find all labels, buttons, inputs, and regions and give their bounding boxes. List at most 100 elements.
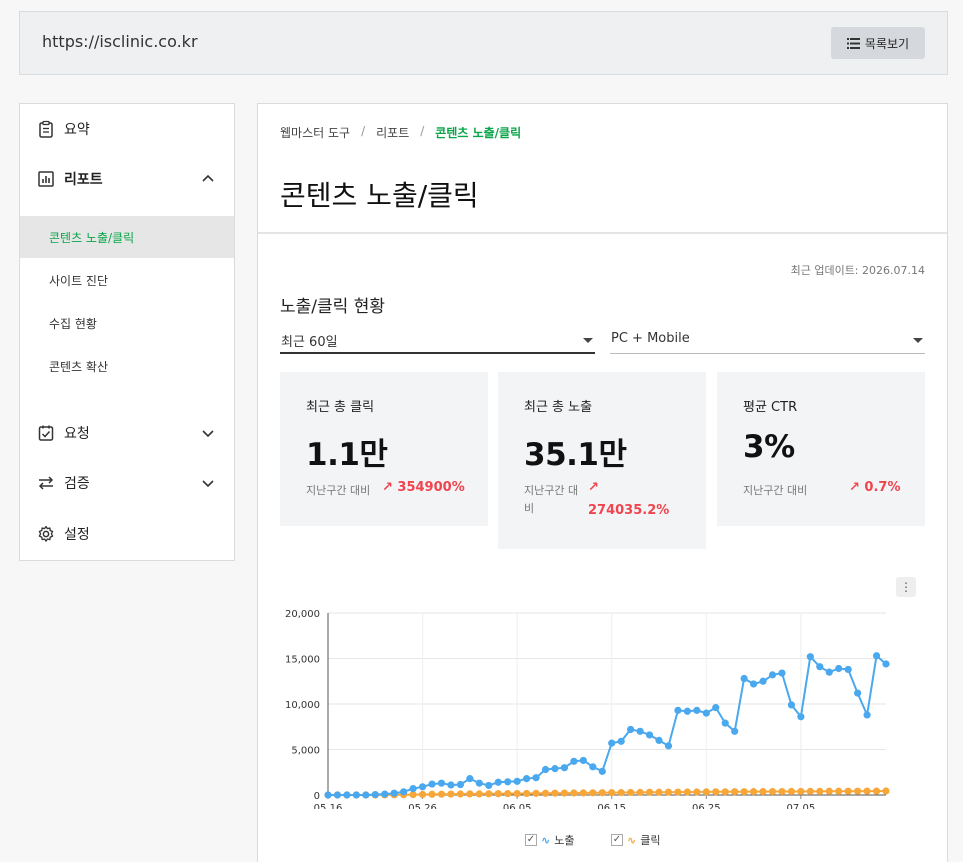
page-title: 콘텐츠 노출/클릭 — [280, 179, 479, 212]
breadcrumb-item[interactable]: 웹마스터 도구 — [280, 124, 350, 141]
stat-card-ctr: 평균 CTR 3% 지난구간 대비 ↗ 0.7% — [717, 372, 925, 526]
data-point-impressions — [683, 707, 691, 715]
stat-label: 최근 총 클릭 — [306, 400, 375, 415]
sidebar-item-report[interactable]: 리포트 — [20, 161, 234, 197]
data-point-impressions — [570, 757, 578, 765]
data-point-impressions — [740, 674, 748, 683]
data-point-clicks — [437, 790, 446, 798]
data-point-impressions — [778, 669, 786, 677]
x-tick-label: 05.16 — [314, 803, 343, 809]
data-point-impressions — [863, 711, 871, 719]
sidebar-item-label: 설정 — [64, 527, 90, 543]
data-point-clicks — [872, 787, 881, 795]
data-point-impressions — [768, 671, 777, 679]
sidebar-subitem-content-exposure[interactable]: 콘텐츠 노출/클릭 — [20, 216, 234, 258]
sidebar-item-request[interactable]: 요청 — [20, 415, 234, 451]
list-view-label: 목록보기 — [864, 36, 910, 51]
sidebar-item-label: 리포트 — [64, 172, 103, 188]
chevron-down-icon — [202, 480, 214, 488]
data-point-clicks — [598, 789, 606, 797]
data-point-impressions — [466, 775, 474, 783]
data-point-clicks — [617, 788, 625, 797]
data-point-impressions — [731, 727, 739, 735]
data-point-clicks — [882, 787, 890, 795]
trend-up-icon: ↗ — [849, 480, 865, 495]
series-swatch-icon: ∿ — [541, 833, 551, 847]
data-point-clicks — [494, 790, 502, 798]
data-point-clicks — [702, 788, 710, 796]
data-point-impressions — [835, 664, 843, 673]
legend-item-clicks[interactable]: ✓ ∿ 클릭 — [611, 832, 660, 848]
data-point-impressions — [882, 660, 890, 668]
data-point-clicks — [579, 789, 587, 797]
sidebar-item-label: 검증 — [64, 476, 90, 492]
stat-delta-value: 0.7% — [864, 480, 901, 495]
data-point-clicks — [645, 788, 654, 796]
data-point-impressions — [749, 680, 758, 688]
data-point-clicks — [674, 788, 682, 796]
stat-compare-label: 지난구간 대비 — [743, 484, 808, 497]
period-select-value: 최근 60일 — [281, 335, 338, 350]
stat-delta: ↗ 0.7% — [849, 480, 900, 495]
stat-label: 최근 총 노출 — [524, 400, 593, 415]
x-tick-label: 06.05 — [503, 803, 532, 809]
trend-up-icon: ↗ — [588, 480, 599, 495]
data-point-impressions — [541, 765, 550, 774]
data-point-impressions — [343, 791, 351, 799]
breadcrumb: 웹마스터 도구 / 리포트 / 콘텐츠 노출/클릭 — [280, 124, 521, 141]
stat-card-impressions: 최근 총 노출 35.1만 지난구간 대비 ↗ 274035.2% — [498, 372, 706, 549]
data-point-clicks — [787, 787, 796, 796]
data-point-clicks — [560, 789, 569, 797]
sidebar-subitem-content-spread[interactable]: 콘텐츠 확산 — [20, 345, 234, 387]
gear-icon — [36, 524, 56, 544]
device-select[interactable]: PC + Mobile — [610, 328, 925, 354]
data-point-clicks — [655, 788, 663, 796]
legend-label: 클릭 — [640, 834, 661, 847]
checkbox-checked-icon: ✓ — [611, 834, 623, 846]
sidebar-subitem-label: 콘텐츠 확산 — [49, 359, 109, 374]
stat-delta-value: 274035.2% — [588, 503, 670, 518]
data-point-impressions — [579, 756, 587, 765]
stat-value: 35.1만 — [524, 437, 627, 473]
breadcrumb-separator: / — [361, 124, 366, 138]
data-point-clicks — [731, 788, 739, 796]
caret-down-icon — [913, 338, 923, 343]
chart-menu-button[interactable]: ⋮ — [896, 577, 916, 597]
data-point-impressions — [447, 781, 455, 789]
swap-arrows-icon — [36, 473, 56, 493]
period-select[interactable]: 최근 60일 — [280, 328, 595, 354]
data-point-impressions — [816, 663, 824, 671]
breadcrumb-item[interactable]: 리포트 — [376, 124, 409, 141]
list-view-button[interactable]: 목록보기 — [831, 27, 925, 59]
data-point-impressions — [664, 742, 673, 750]
data-point-impressions — [532, 774, 540, 782]
data-point-clicks — [541, 789, 550, 797]
series-swatch-icon: ∿ — [627, 833, 637, 847]
data-point-clicks — [570, 789, 578, 797]
sidebar-subitem-label: 콘텐츠 노출/클릭 — [49, 230, 135, 245]
data-point-impressions — [485, 781, 493, 790]
data-point-impressions — [636, 727, 644, 735]
data-point-impressions — [617, 737, 625, 745]
data-point-impressions — [437, 779, 446, 787]
legend-item-impressions[interactable]: ✓ ∿ 노출 — [525, 832, 574, 848]
y-tick-label: 15,000 — [285, 655, 320, 666]
sidebar-subitem-site-diagnosis[interactable]: 사이트 진단 — [20, 259, 234, 301]
data-point-impressions — [825, 668, 833, 676]
sidebar-item-verify[interactable]: 검증 — [20, 465, 234, 501]
sidebar-item-settings[interactable]: 설정 — [20, 516, 234, 552]
chevron-down-icon — [202, 430, 214, 438]
section-title: 노출/클릭 현황 — [280, 297, 385, 317]
data-point-clicks — [854, 787, 862, 795]
data-point-clicks — [608, 789, 616, 797]
data-point-impressions — [475, 779, 483, 787]
data-point-clicks — [466, 790, 474, 798]
sidebar-item-summary[interactable]: 요약 — [20, 111, 234, 147]
sidebar-subitem-crawl-status[interactable]: 수집 현황 — [20, 302, 234, 344]
data-point-clicks — [485, 790, 493, 798]
data-point-impressions — [712, 704, 720, 712]
data-point-clicks — [749, 788, 758, 796]
data-point-impressions — [504, 778, 512, 786]
data-point-clicks — [428, 790, 436, 798]
y-tick-label: 5,000 — [291, 746, 320, 757]
